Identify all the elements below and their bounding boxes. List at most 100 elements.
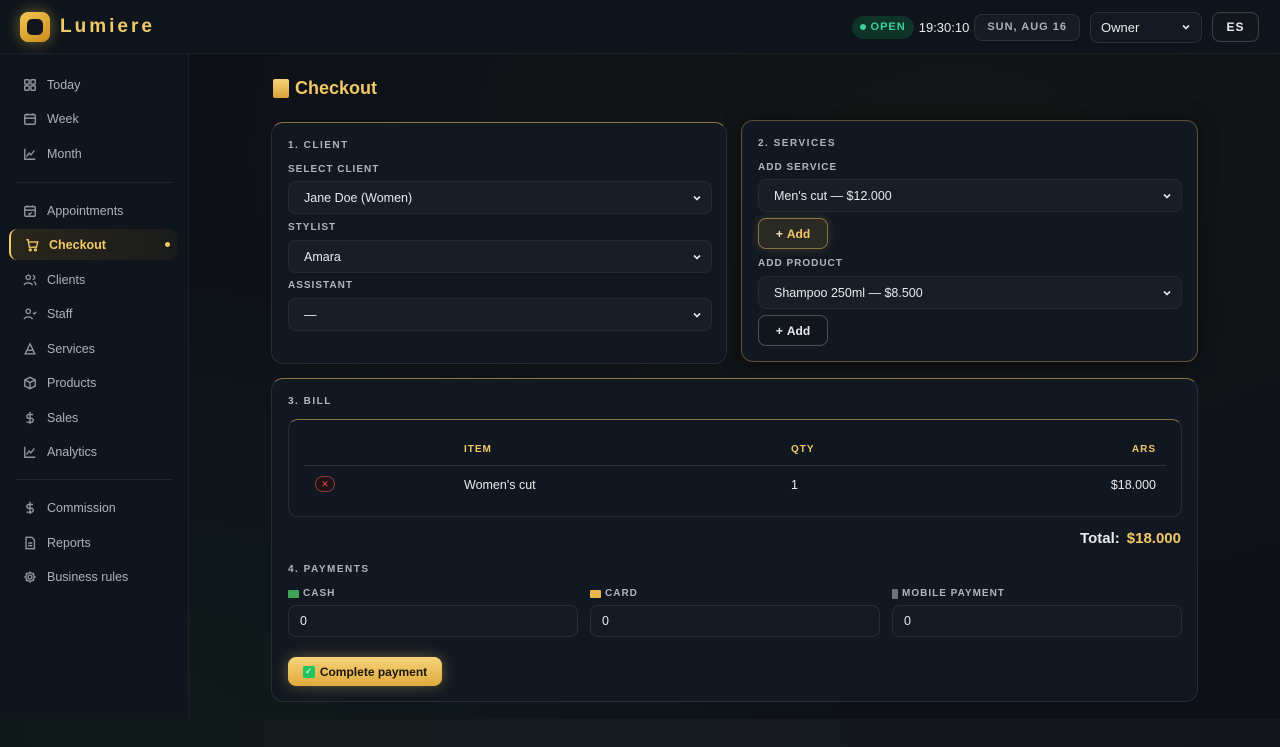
brand-name: Lumiere — [60, 16, 155, 37]
mobile-payment-input[interactable]: 0 — [892, 605, 1182, 637]
chevron-down-icon — [1163, 193, 1171, 199]
chart-line-icon — [24, 148, 36, 160]
cash-label-text: CASH — [303, 588, 336, 599]
check-icon: ✓ — [302, 665, 315, 678]
service-select[interactable]: Men's cut — $12.000 — [758, 179, 1182, 212]
bottom-strip — [0, 719, 1280, 747]
sidebar: Today Week Month Appointments Checkout C… — [0, 54, 189, 724]
dollar-icon — [26, 501, 34, 514]
status-dot-icon — [859, 24, 866, 30]
bill-card: 3. BILL ITEM QTY ARS ✕ Women's cut 1 $18… — [271, 378, 1198, 702]
sidebar-item-checkout[interactable]: Checkout — [9, 229, 177, 260]
gear-icon — [24, 570, 36, 583]
field-label: ADD SERVICE — [758, 162, 838, 173]
chevron-down-icon — [693, 195, 701, 201]
sidebar-item-label: Checkout — [49, 237, 106, 252]
sidebar-item-week[interactable]: Week — [9, 103, 177, 134]
complete-payment-button[interactable]: ✓ Complete payment — [288, 657, 442, 686]
top-bar: Lumiere OPEN 19:30:10 SUN, AUG 16 Owner … — [0, 0, 1280, 54]
chevron-down-icon — [1163, 290, 1171, 296]
clock: 19:30:10 — [918, 19, 970, 35]
dollar-icon — [26, 411, 34, 424]
sidebar-item-commission[interactable]: Commission — [9, 492, 177, 523]
complete-payment-label: Complete payment — [319, 664, 428, 679]
sidebar-item-products[interactable]: Products — [9, 367, 177, 398]
cart-icon — [26, 238, 39, 251]
cash-input[interactable]: 0 — [288, 605, 578, 637]
card-label-text: CARD — [605, 588, 638, 599]
logo-icon — [20, 12, 50, 42]
sidebar-item-sales[interactable]: Sales — [9, 402, 177, 433]
table-cell-qty: 1 — [791, 478, 798, 492]
active-indicator-dot — [165, 242, 170, 247]
product-select[interactable]: Shampoo 250ml — $8.500 — [758, 276, 1182, 309]
sidebar-divider — [16, 479, 172, 480]
column-header-item: ITEM — [464, 444, 492, 455]
sidebar-item-label: Clients — [47, 272, 86, 287]
brand[interactable]: Lumiere — [20, 12, 155, 42]
section-heading: 3. BILL — [288, 396, 332, 407]
chevron-down-icon — [693, 312, 701, 318]
total-value: $18.000 — [1126, 530, 1181, 547]
status-badge: OPEN — [851, 15, 914, 39]
grid-icon — [24, 78, 36, 91]
add-service-button[interactable]: + Add — [758, 218, 828, 249]
client-select[interactable]: Jane Doe (Women) — [288, 181, 712, 214]
section-heading: 1. CLIENT — [288, 140, 349, 151]
service-select-value: Men's cut — $12.000 — [774, 188, 892, 203]
field-label: STYLIST — [288, 222, 337, 233]
sidebar-divider — [16, 182, 172, 183]
role-value: Owner — [1101, 19, 1140, 35]
sidebar-item-label: Sales — [47, 410, 79, 425]
add-product-button[interactable]: + Add — [758, 315, 828, 346]
field-label: ADD PRODUCT — [758, 258, 843, 269]
page-title: Checkout — [273, 78, 377, 99]
add-product-label: Add — [786, 323, 811, 338]
sidebar-item-month[interactable]: Month — [9, 138, 177, 169]
sidebar-item-business-rules[interactable]: Business rules — [9, 561, 177, 592]
sidebar-item-label: Reports — [47, 535, 91, 550]
box-icon — [24, 376, 36, 389]
sidebar-item-label: Month — [47, 146, 82, 161]
sidebar-item-today[interactable]: Today — [9, 69, 177, 100]
credit-card-icon — [590, 589, 601, 598]
sidebar-item-label: Commission — [47, 500, 116, 515]
language-button[interactable]: ES — [1212, 12, 1259, 42]
sidebar-item-services[interactable]: Services — [9, 333, 177, 364]
calendar-icon — [24, 112, 36, 125]
analytics-icon — [24, 446, 36, 458]
column-header-qty: QTY — [791, 444, 815, 455]
sidebar-item-staff[interactable]: Staff — [9, 298, 177, 329]
status-label: OPEN — [870, 21, 906, 33]
cash-icon — [288, 589, 299, 598]
top-bar-controls: OPEN 19:30:10 SUN, AUG 16 Owner ES — [851, 11, 1259, 43]
client-card: 1. CLIENT SELECT CLIENT Jane Doe (Women)… — [271, 122, 727, 364]
sidebar-item-label: Week — [47, 111, 79, 126]
stylist-select[interactable]: Amara — [288, 240, 712, 273]
table-header-divider — [304, 465, 1166, 466]
table-cell-amount: $18.000 — [1110, 478, 1156, 492]
sidebar-item-analytics[interactable]: Analytics — [9, 436, 177, 467]
mobile-label-text: MOBILE PAYMENT — [902, 588, 1005, 599]
sidebar-item-label: Today — [47, 77, 81, 92]
client-select-value: Jane Doe (Women) — [304, 190, 413, 205]
sidebar-item-appointments[interactable]: Appointments — [9, 195, 177, 226]
field-label: ASSISTANT — [288, 280, 353, 291]
stylist-select-value: Amara — [304, 249, 341, 264]
product-select-value: Shampoo 250ml — $8.500 — [774, 285, 923, 300]
page-title-text: Checkout — [295, 78, 378, 98]
column-header-amount: ARS — [1131, 444, 1156, 455]
assistant-select[interactable]: — — [288, 298, 712, 331]
sidebar-item-reports[interactable]: Reports — [9, 527, 177, 558]
receipt-icon — [273, 79, 289, 98]
plus-icon: + — [775, 226, 783, 241]
sidebar-item-clients[interactable]: Clients — [9, 264, 177, 295]
table-cell-item: Women's cut — [464, 478, 536, 492]
role-select[interactable]: Owner — [1090, 11, 1202, 43]
field-label: SELECT CLIENT — [288, 164, 380, 175]
plus-icon: + — [775, 323, 783, 338]
card-input[interactable]: 0 — [590, 605, 880, 637]
users-icon — [23, 273, 37, 285]
mobile-payment-label: MOBILE PAYMENT — [892, 588, 1005, 599]
remove-item-button[interactable]: ✕ — [315, 476, 335, 492]
